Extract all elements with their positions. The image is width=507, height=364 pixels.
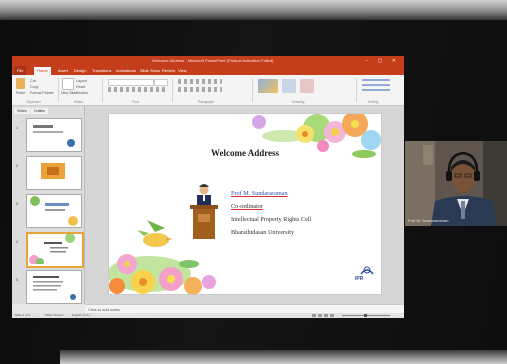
- slide-5-preview: [33, 276, 76, 300]
- font-format-buttons[interactable]: [108, 87, 168, 92]
- section-button[interactable]: Section: [76, 91, 88, 95]
- arrange-icon[interactable]: [282, 79, 296, 93]
- pane-tabs: Slides Outline: [14, 108, 49, 114]
- tab-home[interactable]: Home: [34, 67, 51, 75]
- slide-number: 2: [16, 164, 18, 168]
- group-label-editing: Editing: [368, 100, 379, 104]
- tab-outline[interactable]: Outline: [30, 108, 49, 114]
- slide-1-preview: [33, 125, 75, 147]
- slide-number: 3: [16, 202, 18, 206]
- monitor-bottom-bezel: [60, 350, 507, 364]
- tab-view[interactable]: View: [178, 68, 187, 73]
- participant-name-label: Prof M. Sundararaman: [408, 218, 449, 223]
- group-divider: [172, 78, 173, 102]
- tab-insert[interactable]: Insert: [58, 68, 68, 73]
- slide-4-preview: [29, 234, 75, 266]
- group-label-slides: Slides: [74, 100, 84, 104]
- font-name-box[interactable]: [108, 79, 154, 86]
- participant-video-image: [405, 141, 507, 226]
- window-controls[interactable]: – ▢ ✕: [366, 56, 400, 66]
- paragraph-buttons[interactable]: [178, 79, 222, 84]
- slide-info: Slide 4 of 5: [15, 313, 31, 317]
- speaker-name: Prof M. Sundararaman: [231, 190, 288, 197]
- slides-pane: Slides Outline 1 2 3 4 5: [12, 106, 85, 304]
- format-painter-button[interactable]: Format Painter: [30, 91, 54, 95]
- alignment-buttons[interactable]: [178, 87, 222, 92]
- paste-icon[interactable]: [16, 78, 25, 89]
- reset-button[interactable]: Reset: [76, 85, 85, 89]
- speaker-department: Intellectual Property Rights Cell: [231, 216, 312, 223]
- current-slide[interactable]: Welcome Address Prof M. Sundararaman Co-…: [109, 114, 381, 294]
- tab-animations[interactable]: Animations: [116, 68, 136, 73]
- ribbon-tab-row: File Home Insert Design Transitions Anim…: [12, 66, 404, 75]
- slide-editing-area: Welcome Address Prof M. Sundararaman Co-…: [85, 106, 404, 304]
- normal-view-icon[interactable]: [312, 314, 316, 317]
- slide-thumbnail-3[interactable]: [26, 194, 82, 228]
- group-divider: [252, 78, 253, 102]
- slide-2-preview: [41, 163, 65, 179]
- slide-number: 1: [16, 126, 18, 130]
- tab-transitions[interactable]: Transitions: [92, 68, 111, 73]
- cut-button[interactable]: Cut: [30, 79, 36, 83]
- tab-slide-show[interactable]: Slide Show: [140, 68, 160, 73]
- ribbon: Paste Cut Copy Format Painter Clipboard …: [12, 75, 404, 106]
- participant-video-tile[interactable]: Prof M. Sundararaman: [405, 141, 507, 226]
- layout-button[interactable]: Layout: [76, 79, 87, 83]
- slide-thumbnail-5[interactable]: [26, 270, 82, 304]
- group-label-clipboard: Clipboard: [26, 100, 41, 104]
- monitor-top-glare: [0, 0, 507, 20]
- tab-file[interactable]: File: [14, 66, 27, 75]
- group-divider: [102, 78, 103, 102]
- speaker-role: Co-ordinator: [231, 203, 263, 210]
- bird-illustration: [137, 220, 173, 247]
- speaker-podium-illustration: [190, 184, 218, 239]
- language: English (U.S.): [72, 313, 91, 317]
- group-label-drawing: Drawing: [292, 100, 305, 104]
- group-divider: [356, 78, 357, 102]
- slide-thumbnail-1[interactable]: [26, 118, 82, 152]
- new-slide-button[interactable]: New Slide: [61, 91, 77, 95]
- window-title: Welcome Address - Microsoft PowerPoint (…: [152, 58, 274, 63]
- tab-design[interactable]: Design: [74, 68, 86, 73]
- group-label-paragraph: Paragraph: [198, 100, 214, 104]
- slide-title: Welcome Address: [210, 148, 280, 158]
- zoom-slider[interactable]: [342, 314, 390, 317]
- slide-number: 4: [16, 240, 18, 244]
- ipr-logo: [360, 266, 374, 275]
- bottom-left-flowers: [109, 254, 216, 294]
- quick-styles-icon[interactable]: [300, 79, 314, 93]
- slideshow-icon[interactable]: [330, 314, 334, 317]
- find-replace-icon[interactable]: [362, 79, 390, 93]
- new-slide-icon[interactable]: [62, 78, 74, 90]
- slide-thumbnail-4-selected[interactable]: [26, 232, 84, 268]
- powerpoint-window: Welcome Address - Microsoft PowerPoint (…: [12, 56, 404, 318]
- copy-button[interactable]: Copy: [30, 85, 38, 89]
- reading-view-icon[interactable]: [324, 314, 328, 317]
- title-bar: Welcome Address - Microsoft PowerPoint (…: [12, 56, 404, 66]
- speaker-university: Bharathidasan University: [231, 229, 295, 236]
- status-bar: Slide 4 of 5 "Office Theme" English (U.S…: [12, 313, 404, 318]
- group-label-font: Font: [132, 100, 139, 104]
- theme-name: "Office Theme": [44, 313, 65, 317]
- ipr-logo-text: IPR: [355, 276, 364, 282]
- font-size-box[interactable]: [154, 79, 168, 86]
- slide-thumbnail-2[interactable]: [26, 156, 82, 190]
- tab-slides[interactable]: Slides: [14, 108, 30, 114]
- shapes-gallery[interactable]: [258, 79, 278, 93]
- group-divider: [58, 78, 59, 102]
- slide-number: 5: [16, 278, 18, 282]
- slide-sorter-icon[interactable]: [318, 314, 322, 317]
- paste-button[interactable]: Paste: [16, 91, 25, 95]
- slide-3-preview: [30, 196, 78, 226]
- tab-review[interactable]: Review: [162, 68, 175, 73]
